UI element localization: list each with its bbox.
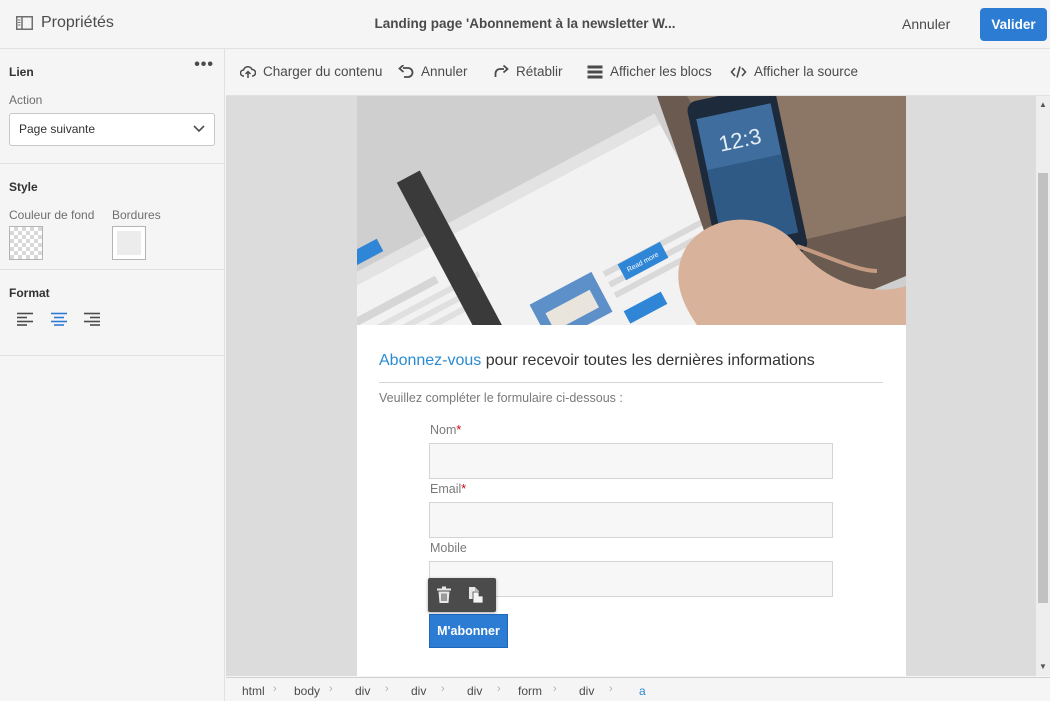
more-options-icon[interactable]: •••: [194, 57, 214, 73]
code-icon: [730, 65, 747, 78]
link-section: Lien ••• Action Page suivante: [0, 49, 224, 164]
mobile-field-label: Mobile: [430, 541, 467, 555]
blocks-icon: [587, 65, 603, 78]
chevron-right-icon: ›: [273, 683, 277, 695]
undo-label: Annuler: [421, 64, 468, 79]
header: Propriétés Landing page 'Abonnement à la…: [0, 0, 1050, 49]
load-content-label: Charger du contenu: [263, 64, 383, 79]
style-section-title: Style: [9, 180, 38, 194]
chevron-right-icon: ›: [497, 683, 501, 695]
required-marker: *: [461, 482, 467, 496]
borders-swatch[interactable]: [112, 226, 146, 260]
name-label-text: Nom: [430, 423, 457, 437]
show-source-label: Afficher la source: [754, 64, 859, 79]
align-right-button[interactable]: [83, 312, 105, 332]
chevron-right-icon: ›: [553, 683, 557, 695]
action-label: Action: [9, 93, 43, 107]
undo-button[interactable]: Annuler: [398, 64, 468, 79]
format-section: Format: [0, 270, 224, 356]
document-title: Landing page 'Abonnement à la newsletter…: [374, 16, 676, 31]
align-center-button[interactable]: [50, 312, 72, 332]
panel-icon: [16, 16, 33, 30]
align-left-button[interactable]: [16, 312, 38, 332]
breadcrumb-item[interactable]: form: [518, 684, 542, 698]
panel-title: Propriétés: [41, 14, 114, 31]
name-field-label: Nom*: [430, 423, 461, 437]
cloud-upload-icon: [240, 65, 256, 78]
redo-label: Rétablir: [516, 64, 563, 79]
page-heading: Abonnez-vous pour recevoir toutes les de…: [379, 352, 815, 370]
name-field[interactable]: [429, 443, 833, 479]
required-marker: *: [456, 423, 462, 437]
breadcrumb-item[interactable]: div: [579, 684, 594, 698]
email-field-label: Email*: [430, 482, 466, 496]
scroll-thumb[interactable]: [1038, 173, 1048, 603]
chevron-right-icon: ›: [329, 683, 333, 695]
borders-swatch-fill: [117, 231, 141, 255]
email-label-text: Email: [430, 482, 462, 496]
vertical-scrollbar[interactable]: ▲ ▼: [1036, 96, 1050, 676]
delete-button[interactable]: [436, 586, 454, 604]
undo-icon: [398, 64, 414, 78]
chevron-right-icon: ›: [441, 683, 445, 695]
mobile-label-text: Mobile: [430, 541, 467, 555]
breadcrumb-item[interactable]: div: [355, 684, 370, 698]
breadcrumb-item-current[interactable]: a: [639, 684, 646, 698]
action-select-value: Page suivante: [19, 122, 96, 136]
chevron-down-icon: [193, 125, 205, 133]
breadcrumb-item[interactable]: body: [294, 684, 320, 698]
align-right-icon: [84, 312, 100, 326]
subscribe-button[interactable]: M'abonner: [429, 614, 508, 648]
show-blocks-label: Afficher les blocs: [610, 64, 712, 79]
form-intro: Veuillez compléter le formulaire ci-dess…: [379, 391, 623, 405]
redo-button[interactable]: Rétablir: [493, 64, 563, 79]
align-center-icon: [51, 312, 67, 326]
trash-icon: [437, 586, 451, 603]
validate-button[interactable]: Valider: [980, 8, 1047, 41]
editor-toolbar: Charger du contenu Annuler Rétablir Affi…: [226, 49, 1050, 96]
link-section-title: Lien: [9, 65, 34, 79]
breadcrumb-item[interactable]: html: [242, 684, 265, 698]
format-section-title: Format: [9, 286, 50, 300]
chevron-right-icon: ›: [385, 683, 389, 695]
show-source-button[interactable]: Afficher la source: [730, 64, 858, 79]
duplicate-icon: [469, 587, 484, 604]
duplicate-button[interactable]: [468, 586, 486, 604]
divider: [379, 382, 883, 383]
borders-label: Bordures: [112, 208, 161, 222]
properties-toggle[interactable]: Propriétés: [16, 14, 114, 32]
background-color-label: Couleur de fond: [9, 208, 95, 222]
action-select[interactable]: Page suivante: [9, 113, 215, 146]
load-content-button[interactable]: Charger du contenu: [240, 64, 382, 79]
heading-text: pour recevoir toutes les dernières infor…: [481, 352, 815, 369]
properties-panel: Lien ••• Action Page suivante Style Coul…: [0, 49, 225, 701]
element-toolbar: [428, 578, 496, 612]
style-section: Style Couleur de fond Bordures: [0, 164, 224, 270]
show-blocks-button[interactable]: Afficher les blocs: [587, 64, 712, 79]
scroll-down-arrow[interactable]: ▼: [1039, 662, 1047, 671]
align-left-icon: [17, 312, 33, 326]
editor-canvas: 12:3 Read more Abonnez-vous pour recevoi…: [226, 96, 1036, 676]
scroll-up-arrow[interactable]: ▲: [1039, 100, 1047, 109]
background-color-swatch[interactable]: [9, 226, 43, 260]
cancel-button[interactable]: Annuler: [902, 16, 950, 32]
breadcrumb-item[interactable]: div: [411, 684, 426, 698]
hero-image[interactable]: 12:3 Read more: [357, 96, 906, 325]
email-field[interactable]: [429, 502, 833, 538]
chevron-right-icon: ›: [609, 683, 613, 695]
breadcrumb-item[interactable]: div: [467, 684, 482, 698]
hero-illustration: 12:3 Read more: [357, 96, 906, 325]
element-breadcrumb: html › body › div › div › div › form › d…: [226, 677, 1050, 701]
landing-page-content: 12:3 Read more Abonnez-vous pour recevoi…: [357, 96, 906, 676]
heading-link[interactable]: Abonnez-vous: [379, 352, 481, 369]
redo-icon: [494, 64, 509, 77]
